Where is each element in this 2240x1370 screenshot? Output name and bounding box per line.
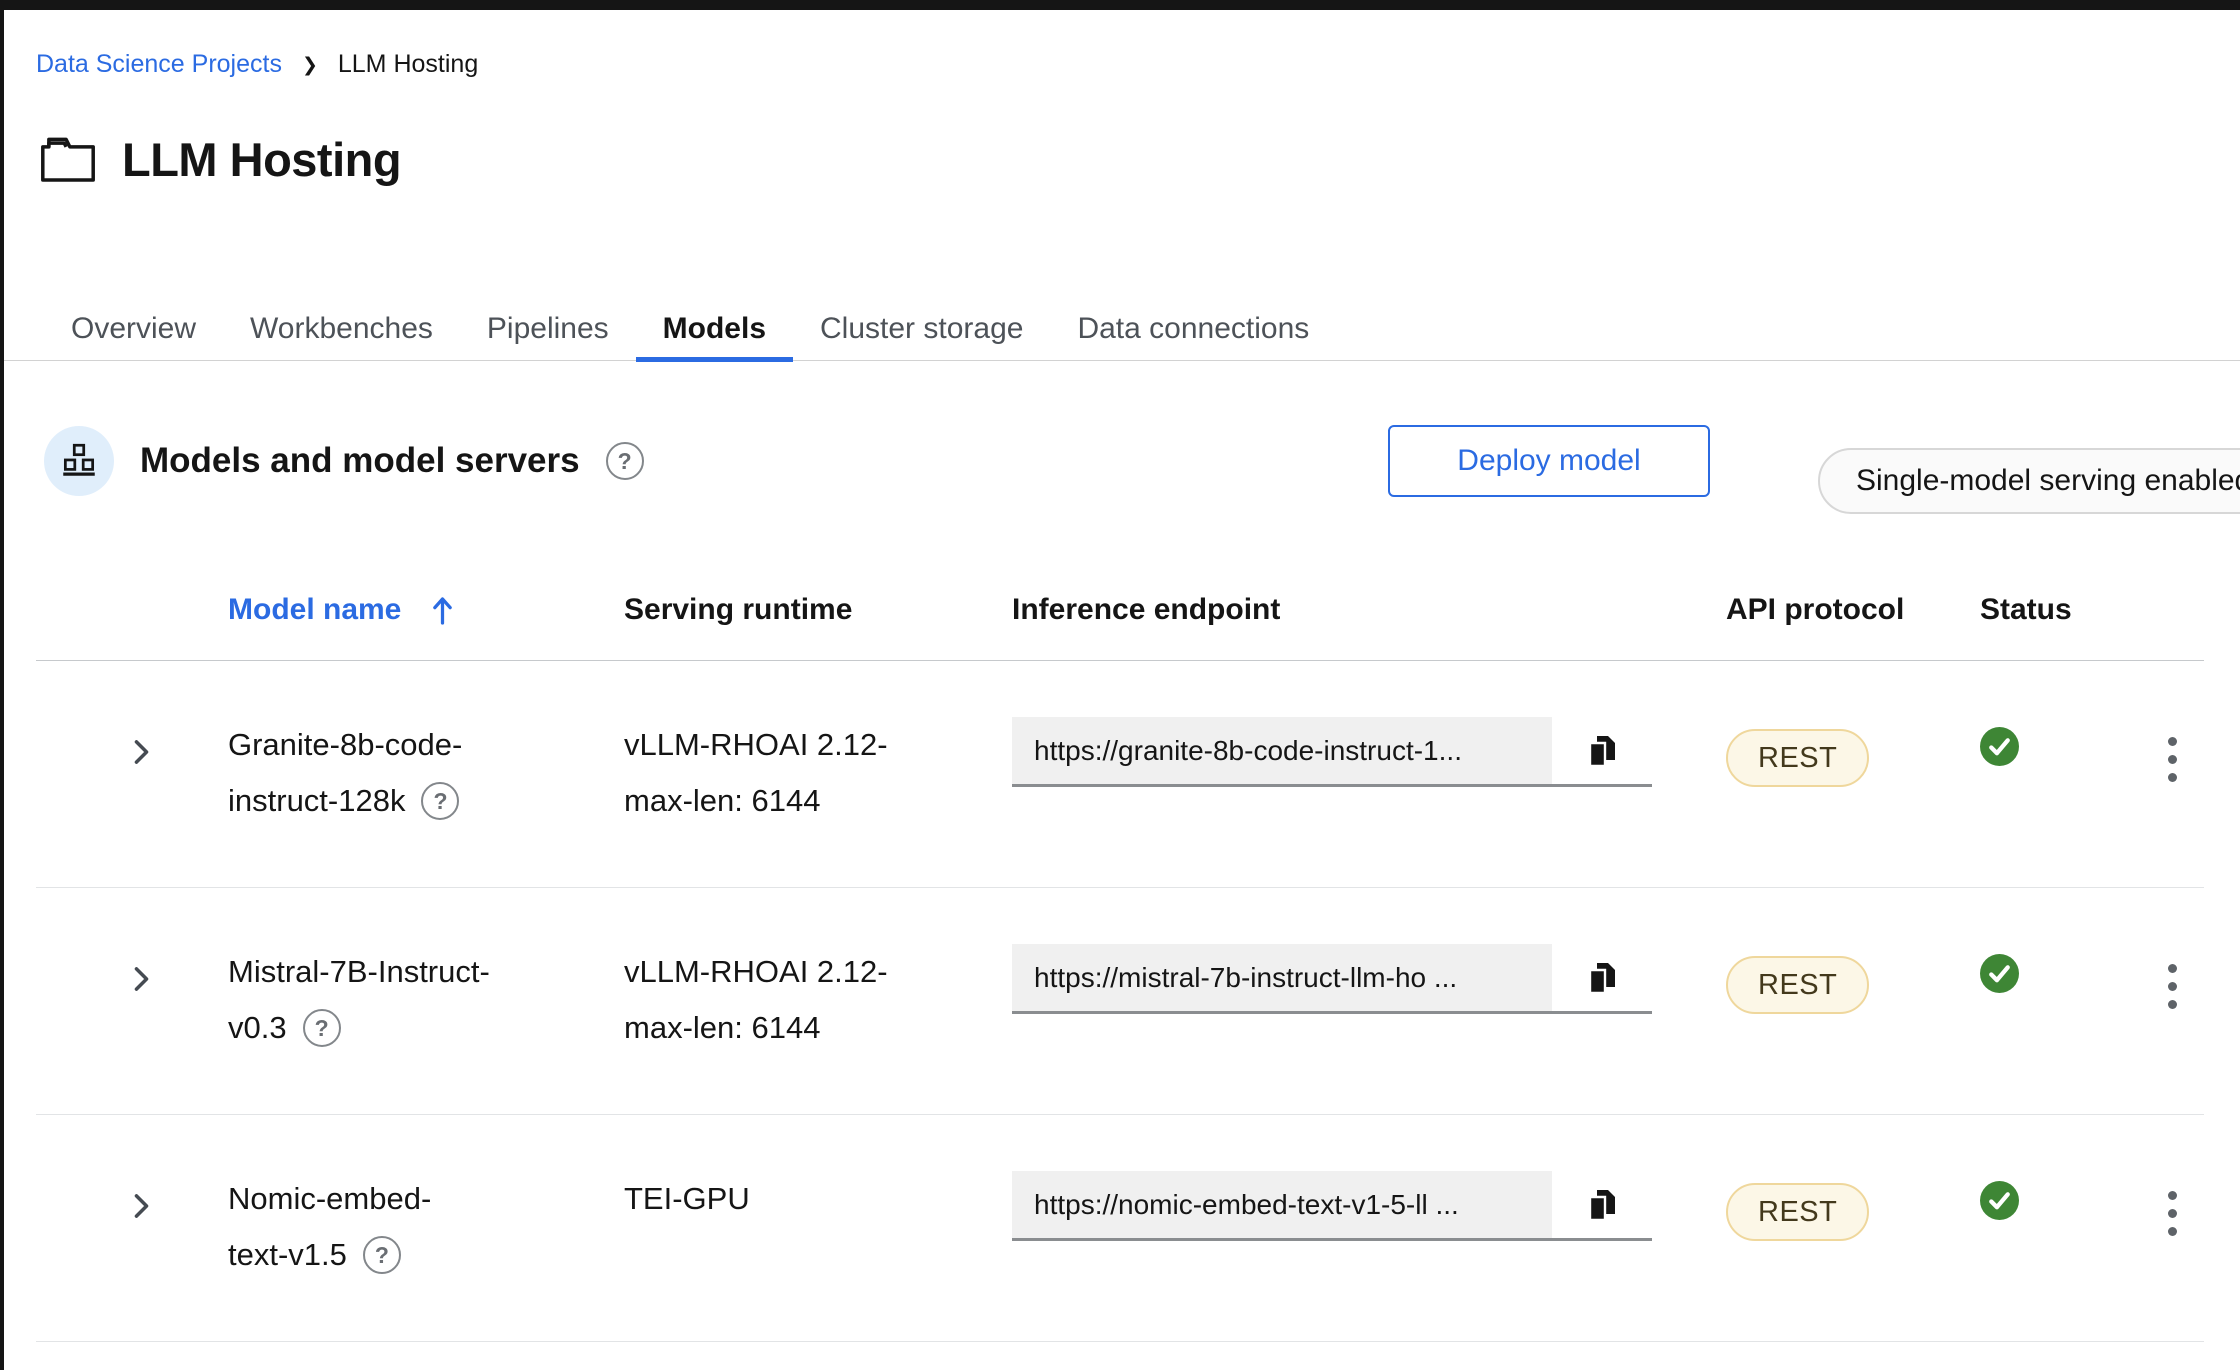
- breadcrumb-current: LLM Hosting: [338, 50, 478, 79]
- tabs-divider: [0, 360, 2240, 361]
- inference-endpoint-copy-group: https://granite-8b-code-instruct-1...: [1012, 717, 1652, 787]
- model-server-icon: [44, 426, 114, 496]
- model-help-icon[interactable]: ?: [303, 1009, 341, 1047]
- expand-row-button[interactable]: [128, 735, 155, 769]
- column-header-status: Status: [1980, 593, 2140, 627]
- copy-endpoint-button[interactable]: [1552, 944, 1652, 1011]
- model-name-cell: Granite-8b-code- instruct-128k ?: [228, 661, 624, 887]
- breadcrumb-chevron-icon: ❯: [302, 54, 318, 77]
- deploy-model-button[interactable]: Deploy model: [1388, 425, 1710, 497]
- sort-ascending-icon[interactable]: [431, 595, 454, 626]
- inference-endpoint-copy-group: https://mistral-7b-instruct-llm-ho ...: [1012, 944, 1652, 1014]
- kebab-menu-button[interactable]: [2154, 731, 2191, 887]
- serving-runtime-cell: vLLM-RHOAI 2.12- max-len: 6144: [624, 661, 1012, 887]
- model-name-cell: Nomic-embed- text-v1.5 ?: [228, 1115, 624, 1341]
- window-left-edge: [0, 0, 4, 1370]
- api-protocol-badge: REST: [1726, 729, 1869, 787]
- table-row: Mistral-7B-Instruct- v0.3 ? vLLM-RHOAI 2…: [36, 888, 2204, 1115]
- models-table: Model name Serving runtime Inference end…: [36, 560, 2204, 1342]
- column-header-inference-endpoint: Inference endpoint: [1012, 593, 1726, 627]
- kebab-menu-button[interactable]: [2154, 958, 2191, 1114]
- serving-runtime-cell: vLLM-RHOAI 2.12- max-len: 6144: [624, 888, 1012, 1114]
- serving-mode-badge: Single-model serving enabled: [1818, 448, 2240, 514]
- column-header-model-name[interactable]: Model name: [228, 593, 624, 627]
- tab-data-connections[interactable]: Data connections: [1050, 298, 1336, 360]
- model-name-cell: Mistral-7B-Instruct- v0.3 ?: [228, 888, 624, 1114]
- breadcrumb-link-projects[interactable]: Data Science Projects: [36, 50, 282, 79]
- model-help-icon[interactable]: ?: [421, 782, 459, 820]
- copy-endpoint-button[interactable]: [1552, 1171, 1652, 1238]
- inference-endpoint-value[interactable]: https://mistral-7b-instruct-llm-ho ...: [1012, 944, 1552, 1011]
- api-protocol-badge: REST: [1726, 1183, 1869, 1241]
- expand-row-button[interactable]: [128, 1189, 155, 1223]
- api-protocol-badge: REST: [1726, 956, 1869, 1014]
- tab-overview[interactable]: Overview: [44, 298, 223, 360]
- breadcrumb: Data Science Projects ❯ LLM Hosting: [36, 50, 478, 79]
- tab-workbenches[interactable]: Workbenches: [223, 298, 460, 360]
- serving-runtime-cell: TEI-GPU: [624, 1115, 1012, 1341]
- masthead-bar: [0, 0, 2240, 10]
- section-help-icon[interactable]: ?: [606, 442, 644, 480]
- copy-endpoint-button[interactable]: [1552, 717, 1652, 784]
- project-folder-icon: [40, 136, 96, 183]
- status-success-icon: [1980, 1181, 2019, 1220]
- tab-cluster-storage[interactable]: Cluster storage: [793, 298, 1050, 360]
- inference-endpoint-copy-group: https://nomic-embed-text-v1-5-ll ...: [1012, 1171, 1652, 1241]
- page-title: LLM Hosting: [122, 132, 401, 187]
- inference-endpoint-value[interactable]: https://nomic-embed-text-v1-5-ll ...: [1012, 1171, 1552, 1238]
- status-success-icon: [1980, 727, 2019, 766]
- kebab-menu-button[interactable]: [2154, 1185, 2191, 1341]
- table-row: Nomic-embed- text-v1.5 ? TEI-GPU https:/…: [36, 1115, 2204, 1342]
- table-row: Granite-8b-code- instruct-128k ? vLLM-RH…: [36, 661, 2204, 888]
- column-header-serving-runtime[interactable]: Serving runtime: [624, 593, 1012, 627]
- status-success-icon: [1980, 954, 2019, 993]
- column-header-api-protocol: API protocol: [1726, 593, 1980, 627]
- tab-models[interactable]: Models: [636, 298, 793, 360]
- inference-endpoint-value[interactable]: https://granite-8b-code-instruct-1...: [1012, 717, 1552, 784]
- expand-row-button[interactable]: [128, 962, 155, 996]
- section-title: Models and model servers: [140, 441, 580, 481]
- model-help-icon[interactable]: ?: [363, 1236, 401, 1274]
- table-header-row: Model name Serving runtime Inference end…: [36, 560, 2204, 661]
- tab-pipelines[interactable]: Pipelines: [460, 298, 636, 360]
- project-tabs: Overview Workbenches Pipelines Models Cl…: [44, 298, 1336, 360]
